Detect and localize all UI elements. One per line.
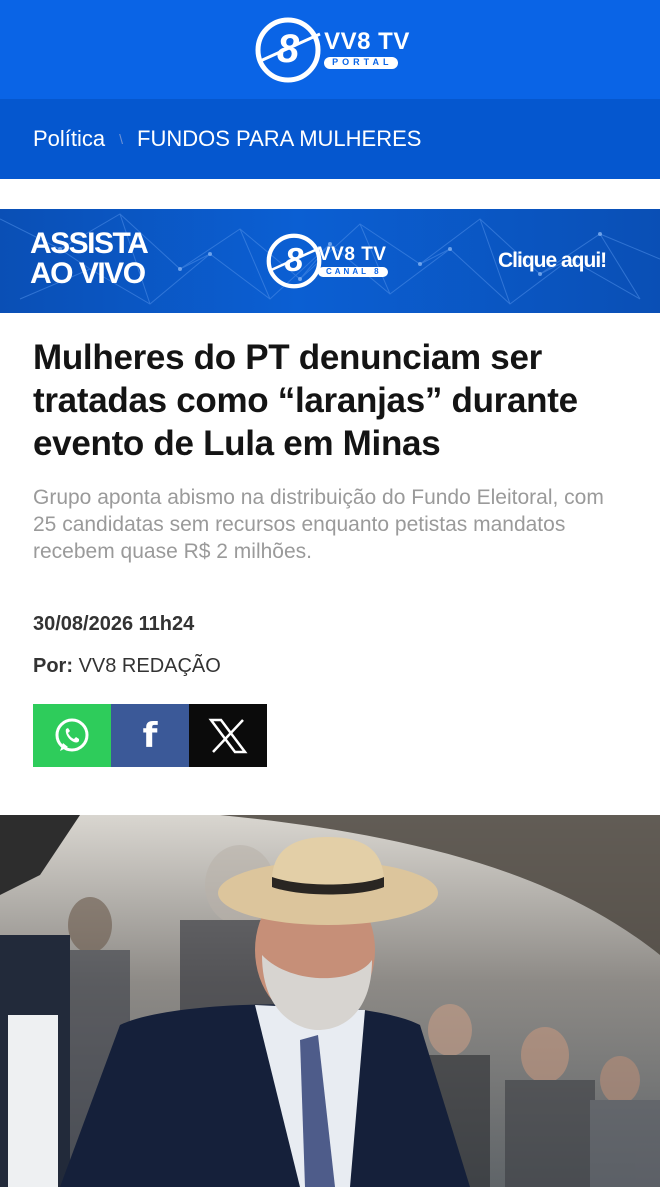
article-author: Por: VV8 REDAÇÃO (33, 655, 221, 678)
x-icon (208, 718, 248, 753)
breadcrumb-current[interactable]: FUNDOS PARA MULHERES (137, 126, 421, 152)
article-photo-illustration (0, 815, 660, 1187)
article-headline: Mulheres do PT denunciam ser tratadas co… (33, 338, 578, 463)
site-header: 8 VV8 TV PORTAL (0, 0, 660, 99)
vv8-logo-icon: 8 (255, 17, 321, 82)
svg-text:8: 8 (277, 27, 300, 71)
share-bar: f (33, 704, 267, 767)
author-label: Por: (33, 655, 73, 677)
facebook-icon: f (142, 715, 158, 756)
article-subheadline: Grupo aponta abismo na distribuição do F… (33, 486, 604, 563)
banner-logo-subtitle: CANAL 8 (318, 266, 388, 278)
article-photo (0, 815, 660, 1187)
share-whatsapp-button[interactable] (33, 704, 111, 767)
share-facebook-button[interactable]: f (111, 704, 189, 767)
site-logo[interactable]: 8 VV8 TV PORTAL (250, 12, 410, 88)
share-x-button[interactable] (189, 704, 267, 767)
live-banner[interactable]: ASSISTA AO VIVO 8 VV8 TV CANAL 8 Clique … (0, 209, 660, 313)
whatsapp-icon (55, 718, 89, 751)
live-label-line1: ASSISTA (30, 227, 149, 260)
banner-cta[interactable]: Clique aqui! (498, 249, 607, 273)
banner-logo-title: VV8 TV (318, 243, 387, 265)
logo-title: VV8 TV (324, 28, 410, 56)
svg-text:8: 8 (285, 242, 304, 279)
banner-logo: 8 VV8 TV CANAL 8 (262, 229, 388, 293)
live-label: ASSISTA AO VIVO (30, 227, 149, 290)
author-name: VV8 REDAÇÃO (78, 655, 221, 677)
article-date: 30/08/2026 11h24 (33, 613, 195, 635)
vv8-logo-icon: 8 (266, 233, 322, 289)
breadcrumb-section-link[interactable]: Política (33, 126, 105, 152)
breadcrumb: Política \ FUNDOS PARA MULHERES (0, 99, 660, 179)
live-label-line2: AO VIVO (30, 257, 146, 290)
breadcrumb-separator: \ (119, 131, 124, 147)
logo-subtitle: PORTAL (324, 57, 399, 69)
